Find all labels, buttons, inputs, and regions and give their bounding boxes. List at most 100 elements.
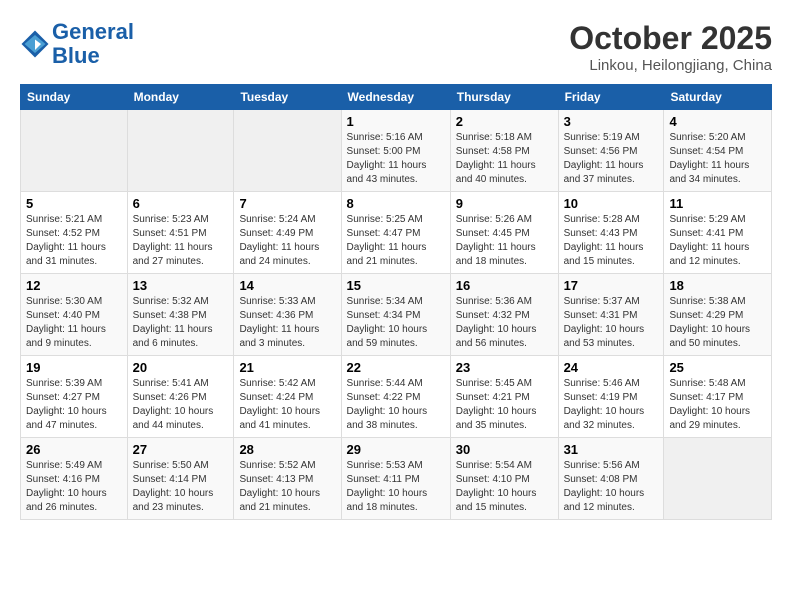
calendar-cell: 6Sunrise: 5:23 AMSunset: 4:51 PMDaylight…: [127, 192, 234, 274]
day-info: Sunrise: 5:34 AMSunset: 4:34 PMDaylight:…: [347, 295, 445, 351]
day-info: Sunrise: 5:52 AMSunset: 4:13 PMDaylight:…: [239, 459, 335, 515]
day-info: Sunrise: 5:42 AMSunset: 4:24 PMDaylight:…: [239, 377, 335, 433]
day-info: Sunrise: 5:30 AMSunset: 4:40 PMDaylight:…: [26, 295, 122, 351]
day-info: Sunrise: 5:50 AMSunset: 4:14 PMDaylight:…: [133, 459, 229, 515]
calendar-cell: 13 Sunrise: 5:32 AMSunset: 4:38 PMDayligh…: [127, 274, 234, 356]
calendar-cell: 16 Sunrise: 5:36 AMSunset: 4:32 PMDayligh…: [450, 274, 558, 356]
day-number: 31: [564, 442, 659, 457]
calendar-cell: 24 Sunrise: 5:46 AMSunset: 4:19 PMDayligh…: [558, 356, 664, 438]
day-info: Sunrise: 5:32 AMSunset: 4:38 PMDaylight:…: [133, 295, 229, 351]
day-info: Sunrise: 5:28 AMSunset: 4:43 PMDaylight:…: [564, 213, 659, 269]
day-info: Sunrise: 5:49 AMSunset: 4:16 PMDaylight:…: [26, 459, 122, 515]
day-info: Sunrise: 5:26 AMSunset: 4:45 PMDaylight:…: [456, 213, 553, 269]
day-number: 30: [456, 442, 553, 457]
month-title: October 2025: [569, 20, 772, 57]
calendar-cell: 10 Sunrise: 5:28 AMSunset: 4:43 PMDayligh…: [558, 192, 664, 274]
calendar-cell: 11 Sunrise: 5:29 AMSunset: 4:41 PMDayligh…: [664, 192, 772, 274]
calendar-cell: 28Sunrise: 5:52 AMSunset: 4:13 PMDayligh…: [234, 438, 341, 520]
calendar-cell: 22 Sunrise: 5:44 AMSunset: 4:22 PMDayligh…: [341, 356, 450, 438]
day-number: 13: [133, 278, 229, 293]
day-number: 24: [564, 360, 659, 375]
day-info: Sunrise: 5:39 AMSunset: 4:27 PMDaylight:…: [26, 377, 122, 433]
calendar-cell: 30 Sunrise: 5:54 AMSunset: 4:10 PMDayligh…: [450, 438, 558, 520]
calendar-cell: 3 Sunrise: 5:19 AMSunset: 4:56 PMDaylight…: [558, 110, 664, 192]
calendar-cell: [21, 110, 128, 192]
calendar-cell: 19 Sunrise: 5:39 AMSunset: 4:27 PMDayligh…: [21, 356, 128, 438]
calendar-cell: 17 Sunrise: 5:37 AMSunset: 4:31 PMDayligh…: [558, 274, 664, 356]
calendar-cell: [127, 110, 234, 192]
day-number: 6: [133, 196, 229, 211]
calendar-cell: 1Sunrise: 5:16 AMSunset: 5:00 PMDaylight…: [341, 110, 450, 192]
logo-icon: [20, 29, 50, 59]
day-number: 17: [564, 278, 659, 293]
calendar-cell: 23Sunrise: 5:45 AMSunset: 4:21 PMDayligh…: [450, 356, 558, 438]
day-number: 12: [26, 278, 122, 293]
day-number: 3: [564, 114, 659, 129]
page-header: General Blue October 2025 Linkou, Heilon…: [20, 20, 772, 74]
calendar-cell: 15 Sunrise: 5:34 AMSunset: 4:34 PMDayligh…: [341, 274, 450, 356]
calendar-cell: 4Sunrise: 5:20 AMSunset: 4:54 PMDaylight…: [664, 110, 772, 192]
day-number: 22: [347, 360, 445, 375]
day-info: Sunrise: 5:44 AMSunset: 4:22 PMDaylight:…: [347, 377, 445, 433]
day-number: 11: [669, 196, 766, 211]
day-number: 15: [347, 278, 445, 293]
logo: General Blue: [20, 20, 134, 68]
day-info: Sunrise: 5:18 AMSunset: 4:58 PMDaylight:…: [456, 131, 553, 187]
day-number: 26: [26, 442, 122, 457]
day-number: 23: [456, 360, 553, 375]
calendar-cell: [664, 438, 772, 520]
day-number: 18: [669, 278, 766, 293]
calendar-cell: 12 Sunrise: 5:30 AMSunset: 4:40 PMDayligh…: [21, 274, 128, 356]
day-info: Sunrise: 5:29 AMSunset: 4:41 PMDaylight:…: [669, 213, 766, 269]
logo-general: General: [52, 19, 134, 44]
day-info: Sunrise: 5:46 AMSunset: 4:19 PMDaylight:…: [564, 377, 659, 433]
day-number: 25: [669, 360, 766, 375]
weekday-header-wednesday: Wednesday: [341, 85, 450, 110]
day-number: 27: [133, 442, 229, 457]
weekday-header-sunday: Sunday: [21, 85, 128, 110]
weekday-header-friday: Friday: [558, 85, 664, 110]
day-info: Sunrise: 5:25 AMSunset: 4:47 PMDaylight:…: [347, 213, 445, 269]
calendar-cell: 8Sunrise: 5:25 AMSunset: 4:47 PMDaylight…: [341, 192, 450, 274]
day-info: Sunrise: 5:41 AMSunset: 4:26 PMDaylight:…: [133, 377, 229, 433]
weekday-header-tuesday: Tuesday: [234, 85, 341, 110]
calendar-cell: 18 Sunrise: 5:38 AMSunset: 4:29 PMDayligh…: [664, 274, 772, 356]
day-info: Sunrise: 5:54 AMSunset: 4:10 PMDaylight:…: [456, 459, 553, 515]
location-subtitle: Linkou, Heilongjiang, China: [569, 57, 772, 74]
day-info: Sunrise: 5:37 AMSunset: 4:31 PMDaylight:…: [564, 295, 659, 351]
weekday-header-row: SundayMondayTuesdayWednesdayThursdayFrid…: [21, 85, 772, 110]
calendar-cell: 20Sunrise: 5:41 AMSunset: 4:26 PMDayligh…: [127, 356, 234, 438]
day-info: Sunrise: 5:19 AMSunset: 4:56 PMDaylight:…: [564, 131, 659, 187]
calendar-cell: 5 Sunrise: 5:21 AMSunset: 4:52 PMDaylight…: [21, 192, 128, 274]
calendar-cell: 9 Sunrise: 5:26 AMSunset: 4:45 PMDaylight…: [450, 192, 558, 274]
day-info: Sunrise: 5:38 AMSunset: 4:29 PMDaylight:…: [669, 295, 766, 351]
day-number: 19: [26, 360, 122, 375]
day-info: Sunrise: 5:36 AMSunset: 4:32 PMDaylight:…: [456, 295, 553, 351]
weekday-header-thursday: Thursday: [450, 85, 558, 110]
day-number: 2: [456, 114, 553, 129]
calendar-cell: 29Sunrise: 5:53 AMSunset: 4:11 PMDayligh…: [341, 438, 450, 520]
day-number: 10: [564, 196, 659, 211]
week-row-4: 19 Sunrise: 5:39 AMSunset: 4:27 PMDayligh…: [21, 356, 772, 438]
calendar-cell: 14 Sunrise: 5:33 AMSunset: 4:36 PMDayligh…: [234, 274, 341, 356]
day-number: 5: [26, 196, 122, 211]
week-row-5: 26 Sunrise: 5:49 AMSunset: 4:16 PMDayligh…: [21, 438, 772, 520]
day-number: 16: [456, 278, 553, 293]
day-info: Sunrise: 5:56 AMSunset: 4:08 PMDaylight:…: [564, 459, 659, 515]
day-info: Sunrise: 5:20 AMSunset: 4:54 PMDaylight:…: [669, 131, 766, 187]
calendar-cell: 25 Sunrise: 5:48 AMSunset: 4:17 PMDayligh…: [664, 356, 772, 438]
day-number: 9: [456, 196, 553, 211]
day-info: Sunrise: 5:53 AMSunset: 4:11 PMDaylight:…: [347, 459, 445, 515]
logo-blue: Blue: [52, 43, 100, 68]
day-info: Sunrise: 5:21 AMSunset: 4:52 PMDaylight:…: [26, 213, 122, 269]
title-block: October 2025 Linkou, Heilongjiang, China: [569, 20, 772, 74]
day-info: Sunrise: 5:24 AMSunset: 4:49 PMDaylight:…: [239, 213, 335, 269]
weekday-header-saturday: Saturday: [664, 85, 772, 110]
week-row-3: 12 Sunrise: 5:30 AMSunset: 4:40 PMDayligh…: [21, 274, 772, 356]
calendar-cell: 21Sunrise: 5:42 AMSunset: 4:24 PMDayligh…: [234, 356, 341, 438]
day-info: Sunrise: 5:16 AMSunset: 5:00 PMDaylight:…: [347, 131, 445, 187]
day-number: 14: [239, 278, 335, 293]
day-info: Sunrise: 5:33 AMSunset: 4:36 PMDaylight:…: [239, 295, 335, 351]
day-info: Sunrise: 5:48 AMSunset: 4:17 PMDaylight:…: [669, 377, 766, 433]
calendar-cell: 7Sunrise: 5:24 AMSunset: 4:49 PMDaylight…: [234, 192, 341, 274]
